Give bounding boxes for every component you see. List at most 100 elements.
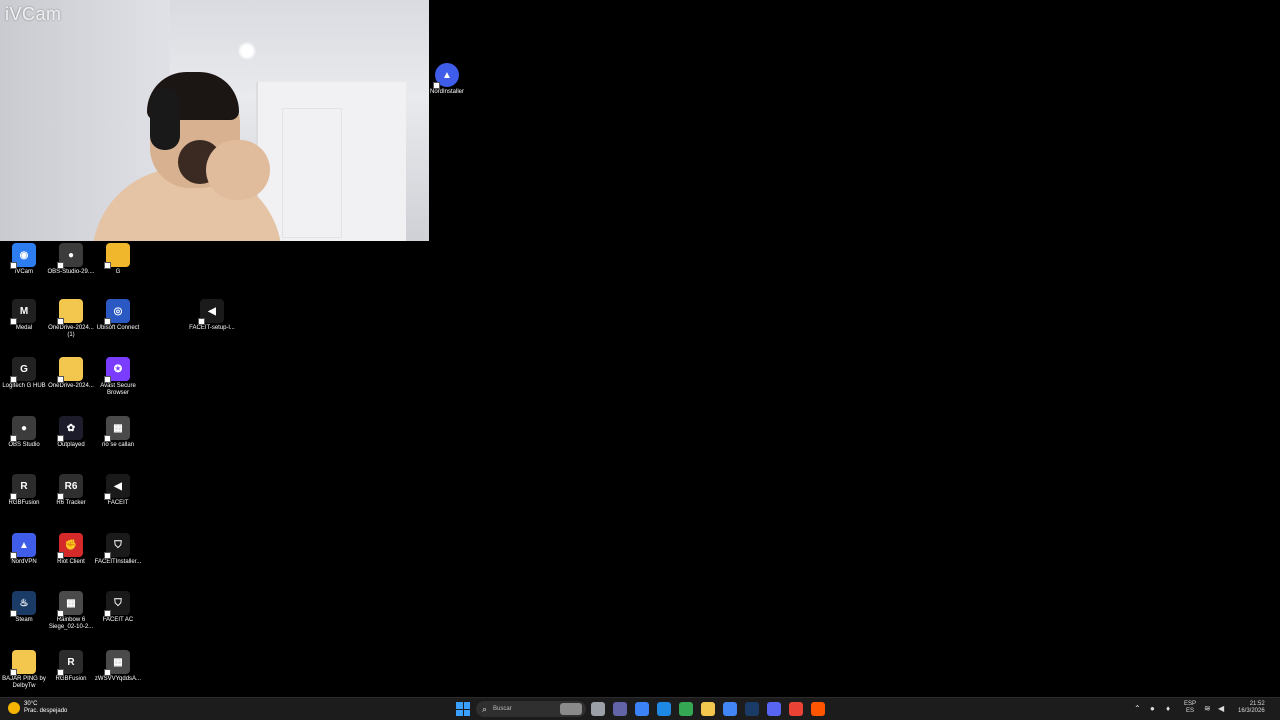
desktop-icon[interactable]: ▦ Rainbow 6 Siege_02-10-2... <box>47 591 95 631</box>
desktop-icon[interactable]: ◀ FACEIT <box>94 474 142 507</box>
shortcut-arrow-icon <box>10 262 17 269</box>
windows-logo-icon <box>456 702 463 709</box>
copilot-icon[interactable] <box>635 702 649 716</box>
desktop-icon[interactable]: R RGBFusion <box>0 474 48 507</box>
desktop-icon-label: FACEIT <box>107 500 129 506</box>
desktop-icon[interactable]: ◉ iVCam <box>0 243 48 276</box>
app-icon: R <box>57 650 83 676</box>
desktop-icon-label: BAJAR PING by DelbyTw <box>2 676 46 689</box>
app-icon: ▦ <box>57 591 83 617</box>
desktop-icon[interactable]: ✿ Outplayed <box>47 416 95 449</box>
app-icon: R6 <box>57 474 83 500</box>
app-icon: ✊ <box>57 533 83 559</box>
clock-date: 16/3/2026 <box>1238 708 1265 714</box>
desktop-icon[interactable]: ✊ Riot Client <box>47 533 95 566</box>
desktop-icon[interactable]: ✪ Avast Secure Browser <box>94 357 142 397</box>
desktop-icon[interactable]: G <box>94 243 142 276</box>
app-icon <box>57 299 83 325</box>
lang-top: ESP <box>1184 701 1197 707</box>
app-icon: ▦ <box>104 416 130 442</box>
desktop-icon-label: Ubisoft Connect <box>96 325 140 331</box>
shortcut-arrow-icon <box>57 435 64 442</box>
desktop-icon-label: Medal <box>15 325 33 331</box>
desktop-icon[interactable]: ▦ zWSVVYqddsA... <box>94 650 142 683</box>
desktop-icon-label: Avast Secure Browser <box>100 383 136 396</box>
chevron-up-icon[interactable]: ⌃ <box>1134 704 1141 713</box>
app-icon <box>104 243 130 269</box>
desktop-icon[interactable]: R RGBFusion <box>47 650 95 683</box>
discord-icon[interactable] <box>767 702 781 716</box>
desktop-icon[interactable]: ◀ FACEIT-setup-l... <box>188 299 236 332</box>
desktop-icon-label: Rainbow 6 Siege_02-10-2... <box>48 617 94 630</box>
desktop-icon[interactable]: ⛉ FACEITInstaller... <box>94 533 142 566</box>
app-icon: R <box>10 474 36 500</box>
shortcut-arrow-icon <box>104 552 111 559</box>
desktop-icon-label: OBS-Studio-29.... <box>47 269 95 275</box>
webcam-preview: iVCam <box>0 0 429 241</box>
desktop-icon[interactable]: ▦ no se callan <box>94 416 142 449</box>
search-highlight-icon <box>560 703 582 715</box>
desktop-icon[interactable]: OneDrive-2024... (1) <box>47 299 95 339</box>
shortcut-arrow-icon <box>433 82 440 89</box>
desktop-icon[interactable]: OneDrive-2024... <box>47 357 95 390</box>
hand <box>206 140 270 200</box>
shortcut-arrow-icon <box>104 669 111 676</box>
faceit-ac-icon[interactable] <box>811 702 825 716</box>
shortcut-arrow-icon <box>10 610 17 617</box>
desktop-icon-label: Riot Client <box>57 559 85 565</box>
desktop-icon-label: RGBFusion <box>55 676 87 682</box>
language-indicator[interactable]: ESP ES <box>1184 701 1196 715</box>
microsoft-store-icon[interactable] <box>723 702 737 716</box>
wifi-icon[interactable]: ≋ <box>1204 704 1211 713</box>
teams-icon[interactable] <box>613 702 627 716</box>
desktop-icon[interactable]: G Logitech G HUB <box>0 357 48 390</box>
app-icon: ● <box>10 416 36 442</box>
shortcut-arrow-icon <box>57 318 64 325</box>
shortcut-arrow-icon <box>104 610 111 617</box>
desktop-icon-label: OneDrive-2024... <box>48 383 94 389</box>
start-button[interactable] <box>456 702 470 716</box>
desktop-icon-label: Logitech G HUB <box>2 383 46 389</box>
desktop-icon[interactable]: ● OBS-Studio-29.... <box>47 243 95 276</box>
desktop-icon-label: zWSVVYqddsA... <box>94 676 142 682</box>
desktop-icon-label: NordVPN <box>11 559 37 565</box>
desktop-icon[interactable]: BAJAR PING by DelbyTw <box>0 650 48 690</box>
app-icon: ◎ <box>104 299 130 325</box>
speaker-icon[interactable]: ◀ <box>1218 704 1224 713</box>
desktop-icon-label: iVCam <box>14 269 33 275</box>
shortcut-arrow-icon <box>198 318 205 325</box>
shortcut-arrow-icon <box>104 318 111 325</box>
clock[interactable]: 21:52 16/3/2026 <box>1238 701 1265 715</box>
shortcut-arrow-icon <box>104 493 111 500</box>
shortcut-arrow-icon <box>10 318 17 325</box>
chrome-2-icon[interactable] <box>789 702 803 716</box>
shortcut-arrow-icon <box>104 376 111 383</box>
app-icon: G <box>10 357 36 383</box>
mic-icon[interactable]: ♦ <box>1166 704 1170 713</box>
search-placeholder: Buscar <box>493 706 512 712</box>
search-box[interactable]: ⌕ Buscar <box>476 701 586 717</box>
file-explorer-icon[interactable] <box>701 702 715 716</box>
desktop-icon[interactable]: ● OBS Studio <box>0 416 48 449</box>
desktop-icon[interactable]: R6 R6 Tracker <box>47 474 95 507</box>
system-tray: ⌃ ● ♦ ESP ES ≋ ◀ 21:52 16/3/2026 <box>1120 698 1280 720</box>
shortcut-arrow-icon <box>10 435 17 442</box>
app-icon: ✿ <box>57 416 83 442</box>
app-icon: ⛉ <box>104 533 130 559</box>
app-icon: ◉ <box>10 243 36 269</box>
weather-widget[interactable]: 30°C Prac. despejado <box>8 701 67 715</box>
desktop-icon-label: FACEITInstaller... <box>94 559 142 565</box>
desktop-icon[interactable]: M Medal <box>0 299 48 332</box>
desktop-icon[interactable]: ▲ NordInstaller <box>423 63 471 96</box>
network-shield-icon[interactable]: ● <box>1150 704 1155 713</box>
task-view-icon[interactable] <box>591 702 605 716</box>
desktop-icon[interactable]: ◎ Ubisoft Connect <box>94 299 142 332</box>
chrome-icon[interactable] <box>679 702 693 716</box>
steam-icon[interactable] <box>745 702 759 716</box>
desktop-icon[interactable]: ⛉ FACEIT AC <box>94 591 142 624</box>
shortcut-arrow-icon <box>57 610 64 617</box>
desktop-icon[interactable]: ▲ NordVPN <box>0 533 48 566</box>
desktop-icon[interactable]: ♨ Steam <box>0 591 48 624</box>
edge-icon[interactable] <box>657 702 671 716</box>
desktop-icon-label: OBS Studio <box>8 442 40 448</box>
